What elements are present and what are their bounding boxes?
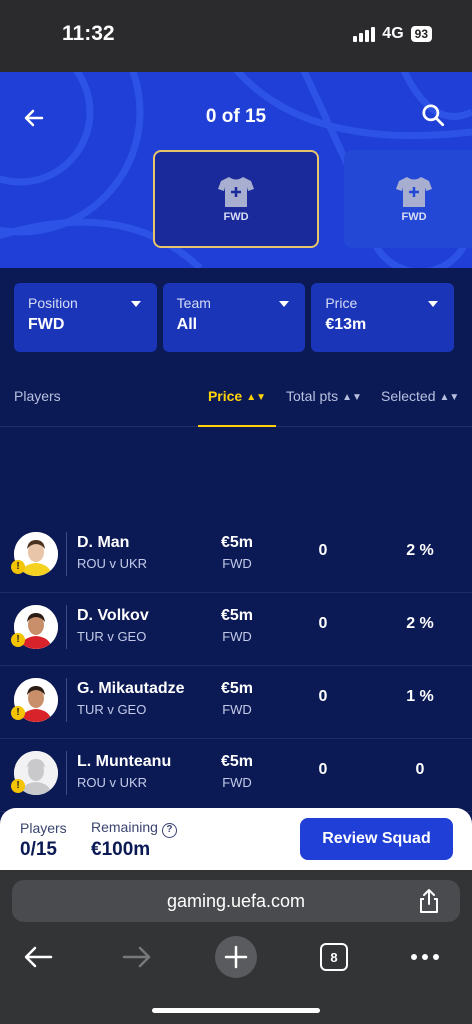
player-selected-percent: 2 % — [406, 615, 434, 632]
info-badge-icon[interactable]: ! — [11, 560, 25, 574]
filter-value: €13m — [325, 316, 367, 333]
browser-nav: 8 — [0, 935, 472, 985]
filter-label: Price — [325, 295, 358, 311]
player-total-points: 0 — [318, 615, 328, 632]
player-price: €5m — [220, 534, 254, 551]
player-row[interactable]: ! D. Man ROU v UKR €5m FWD 0 2 % — [0, 520, 472, 593]
sort-icon: ▲▼ — [439, 392, 460, 403]
more-icon — [411, 954, 439, 960]
new-tab-button[interactable] — [214, 935, 258, 979]
player-total-points: 0 — [318, 688, 328, 705]
filter-label: Position — [28, 295, 78, 311]
remaining-budget-label: Remaining? — [91, 819, 177, 838]
squad-footer: Players 0/15 Remaining? €100m Review Squ… — [0, 808, 472, 870]
filter-value: FWD — [28, 316, 65, 333]
plus-icon — [215, 936, 257, 978]
list-column-headers: Players Price ▲▼ Total pts ▲▼ Selected ▲▼ — [0, 385, 472, 427]
info-badge-icon[interactable]: ! — [11, 779, 25, 793]
info-icon[interactable]: ? — [161, 823, 177, 838]
player-fixture: TUR v GEO — [77, 629, 147, 644]
player-total-points: 0 — [318, 761, 328, 778]
address-bar[interactable]: gaming.uefa.com — [12, 880, 460, 922]
price-filter[interactable]: Price €13m — [311, 283, 455, 352]
status-time: 11:32 — [62, 22, 115, 45]
row-divider — [66, 751, 67, 795]
filter-label: Team — [176, 295, 211, 311]
players-count-value: 0/15 — [20, 839, 57, 860]
sort-icon: ▲▼ — [246, 392, 267, 403]
chevron-down-icon — [279, 301, 290, 307]
player-price: €5m — [220, 753, 254, 770]
player-fixture: ROU v UKR — [77, 556, 148, 571]
squad-slot-selected[interactable]: FWD — [153, 150, 319, 248]
slot-position-label: FWD — [223, 211, 249, 223]
price-sort-header[interactable]: Price ▲▼ — [198, 385, 276, 427]
player-name: L. Munteanu — [77, 753, 172, 770]
row-divider — [66, 605, 67, 649]
player-position: FWD — [222, 775, 252, 790]
chevron-down-icon — [428, 301, 439, 307]
browser-back-button[interactable] — [16, 935, 60, 979]
signal-icon — [353, 26, 376, 42]
browser-forward-button[interactable] — [115, 935, 159, 979]
player-total-points: 0 — [318, 542, 328, 559]
player-position: FWD — [222, 556, 252, 571]
battery-icon: 93 — [410, 26, 432, 42]
shirt-add-icon — [396, 177, 432, 207]
home-indicator — [152, 1008, 320, 1013]
player-selected-percent: 2 % — [406, 542, 434, 559]
network-type: 4G — [382, 25, 404, 42]
squad-slot[interactable]: FWD — [344, 150, 472, 248]
filter-bar: Position FWD Team All Price €13m — [14, 283, 455, 352]
forward-arrow-icon — [122, 946, 151, 968]
players-column-header: Players — [14, 388, 61, 404]
remaining-budget-value: €100m — [91, 839, 151, 860]
info-badge-icon[interactable]: ! — [11, 633, 25, 647]
player-row[interactable]: ! G. Mikautadze TUR v GEO €5m FWD 0 1 % — [0, 666, 472, 739]
player-name: D. Volkov — [77, 607, 149, 624]
selected-column-label: Selected — [381, 388, 436, 404]
slot-position-label: FWD — [401, 211, 427, 223]
player-name: D. Man — [77, 534, 130, 551]
filter-value: All — [176, 316, 198, 333]
squad-counter: 0 of 15 — [205, 106, 267, 127]
remaining-label-text: Remaining — [91, 819, 158, 835]
back-arrow-icon — [24, 946, 53, 968]
player-fixture: ROU v UKR — [77, 775, 148, 790]
status-indicators: 4G 93 — [353, 25, 432, 43]
position-filter[interactable]: Position FWD — [14, 283, 157, 352]
player-price: €5m — [220, 680, 254, 697]
row-divider — [66, 678, 67, 722]
tabs-button[interactable]: 8 — [312, 935, 356, 979]
info-badge-icon[interactable]: ! — [11, 706, 25, 720]
total-pts-column-label: Total pts — [286, 388, 339, 404]
row-divider — [66, 532, 67, 576]
players-count-label: Players — [20, 820, 67, 836]
player-row[interactable]: ! D. Volkov TUR v GEO €5m FWD 0 2 % — [0, 593, 472, 666]
squad-header: 0 of 15 FWD FWD — [0, 72, 472, 268]
url-text: gaming.uefa.com — [166, 891, 306, 911]
review-squad-button[interactable]: Review Squad — [300, 818, 453, 860]
shirt-add-icon — [218, 177, 254, 207]
chevron-down-icon — [130, 301, 141, 307]
browser-toolbar: gaming.uefa.com 8 — [0, 870, 472, 1024]
price-column-label: Price — [207, 388, 243, 404]
search-icon[interactable] — [420, 102, 446, 128]
player-row[interactable]: ! L. Munteanu ROU v UKR €5m FWD 0 0 — [0, 739, 472, 812]
share-icon[interactable] — [418, 888, 440, 914]
player-selected-percent: 1 % — [406, 688, 434, 705]
player-name: G. Mikautadze — [77, 680, 185, 697]
player-price: €5m — [220, 607, 254, 624]
status-bar: 11:32 4G 93 — [0, 0, 472, 72]
team-filter[interactable]: Team All — [162, 283, 306, 352]
sort-icon: ▲▼ — [342, 392, 362, 403]
selected-sort-header[interactable]: Selected ▲▼ — [381, 388, 459, 404]
player-position: FWD — [222, 702, 252, 717]
more-options-button[interactable] — [403, 935, 447, 979]
player-selected-percent: 0 — [415, 761, 425, 778]
player-position: FWD — [222, 629, 252, 644]
total-pts-sort-header[interactable]: Total pts ▲▼ — [286, 388, 362, 404]
player-fixture: TUR v GEO — [77, 702, 147, 717]
tab-count: 8 — [320, 943, 348, 971]
